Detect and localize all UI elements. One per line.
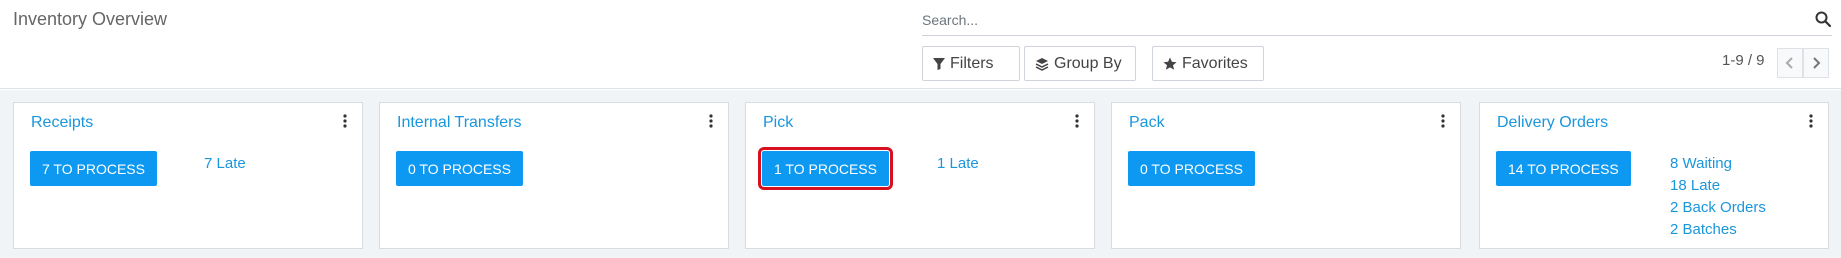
card-title[interactable]: Delivery Orders [1497,114,1608,132]
kanban-card-pack: Pack 0 TO PROCESS [1111,102,1461,249]
kebab-menu-icon[interactable] [1808,113,1814,129]
stat-list: 8 Waiting 18 Late 2 Back Orders 2 Batche… [1670,153,1766,241]
kebab-menu-icon[interactable] [708,113,714,129]
stat-link-back-orders[interactable]: 2 Back Orders [1670,197,1766,219]
search-icon[interactable] [1814,10,1832,28]
to-process-button[interactable]: 7 TO PROCESS [30,151,157,186]
chevron-right-icon [1813,57,1821,69]
favorites-label: Favorites [1182,54,1248,72]
page-title: Inventory Overview [13,9,168,29]
to-process-button[interactable]: 14 TO PROCESS [1496,151,1631,186]
pager-value[interactable]: 1-9 / 9 [1722,52,1765,69]
stat-link[interactable]: 7 Late [204,153,246,175]
stat-link[interactable]: 1 Late [937,153,979,175]
card-title[interactable]: Pick [763,114,793,132]
stat-list: 1 Late [937,153,979,175]
pager-next-button[interactable] [1803,48,1829,78]
kebab-menu-icon[interactable] [1440,113,1446,129]
card-title[interactable]: Internal Transfers [397,114,522,132]
search-input[interactable] [922,9,1802,31]
kebab-menu-icon[interactable] [342,113,348,129]
filters-label: Filters [950,54,994,72]
chevron-left-icon [1785,57,1793,69]
star-icon [1163,57,1177,70]
card-title[interactable]: Pack [1129,114,1165,132]
search-bar [922,7,1832,36]
stat-link-batches[interactable]: 2 Batches [1670,219,1766,241]
kanban-view: Receipts 7 TO PROCESS 7 Late Internal Tr… [0,90,1841,258]
to-process-button[interactable]: 0 TO PROCESS [1128,151,1255,186]
kanban-card-pick: Pick 1 TO PROCESS 1 Late [745,102,1095,249]
pager-previous-button[interactable] [1777,48,1803,78]
filter-icon [933,57,945,70]
to-process-button[interactable]: 1 TO PROCESS [758,147,893,190]
to-process-button[interactable]: 0 TO PROCESS [396,151,523,186]
card-title[interactable]: Receipts [31,114,93,132]
stat-list: 7 Late [204,153,246,175]
control-panel: Inventory Overview Filters Group By Favo… [0,0,1841,89]
stat-link-late[interactable]: 18 Late [1670,175,1766,197]
favorites-button[interactable]: Favorites [1152,46,1264,81]
kebab-menu-icon[interactable] [1074,113,1080,129]
kanban-card-receipts: Receipts 7 TO PROCESS 7 Late [13,102,363,249]
stat-link-waiting[interactable]: 8 Waiting [1670,153,1766,175]
kanban-card-delivery-orders: Delivery Orders 14 TO PROCESS 8 Waiting … [1479,102,1829,249]
group-by-button[interactable]: Group By [1024,46,1136,81]
layers-icon [1035,57,1049,71]
group-by-label: Group By [1054,54,1122,72]
kanban-card-internal-transfers: Internal Transfers 0 TO PROCESS [379,102,729,249]
filters-button[interactable]: Filters [922,46,1020,81]
